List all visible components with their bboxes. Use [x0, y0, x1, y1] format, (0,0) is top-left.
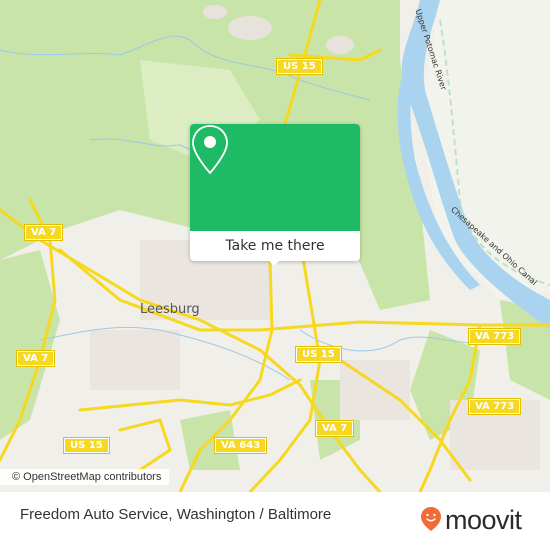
forest-area	[0, 250, 60, 440]
road-shield-va7-center: VA 7	[314, 420, 355, 437]
place-title: Freedom Auto Service, Washington / Balti…	[20, 506, 332, 523]
town-label-leesburg: Leesburg	[140, 302, 200, 317]
popup-header	[190, 124, 360, 231]
road-shield-us15-southwest: US 15	[63, 437, 110, 454]
road-shield-va7-southwest: VA 7	[15, 350, 56, 367]
road-shield-va773-east: VA 773	[467, 328, 522, 345]
urban-area	[326, 36, 354, 54]
moovit-pin-icon	[420, 506, 442, 536]
moovit-logo: moovit	[420, 505, 522, 536]
urban-area	[228, 16, 272, 40]
road-shield-us15-north: US 15	[276, 58, 323, 75]
destination-popup: Take me there	[190, 124, 360, 261]
road-shield-va7-west: VA 7	[23, 224, 64, 241]
map-view[interactable]: US 15 VA 7 VA 7 US 15 VA 773 VA 773 VA 7…	[0, 0, 550, 492]
urban-area	[203, 5, 227, 19]
map-attribution[interactable]: © OpenStreetMap contributors	[0, 469, 170, 485]
urban-area	[340, 360, 410, 420]
take-me-there-button[interactable]: Take me there	[190, 231, 360, 261]
urban-area	[90, 330, 180, 390]
road-shield-va643: VA 643	[213, 437, 268, 454]
popup-pointer	[268, 260, 280, 266]
road-ring	[118, 418, 172, 472]
road-shield-va773-southeast: VA 773	[467, 398, 522, 415]
brand-name: moovit	[445, 505, 522, 535]
road-shield-us15-center: US 15	[295, 346, 342, 363]
